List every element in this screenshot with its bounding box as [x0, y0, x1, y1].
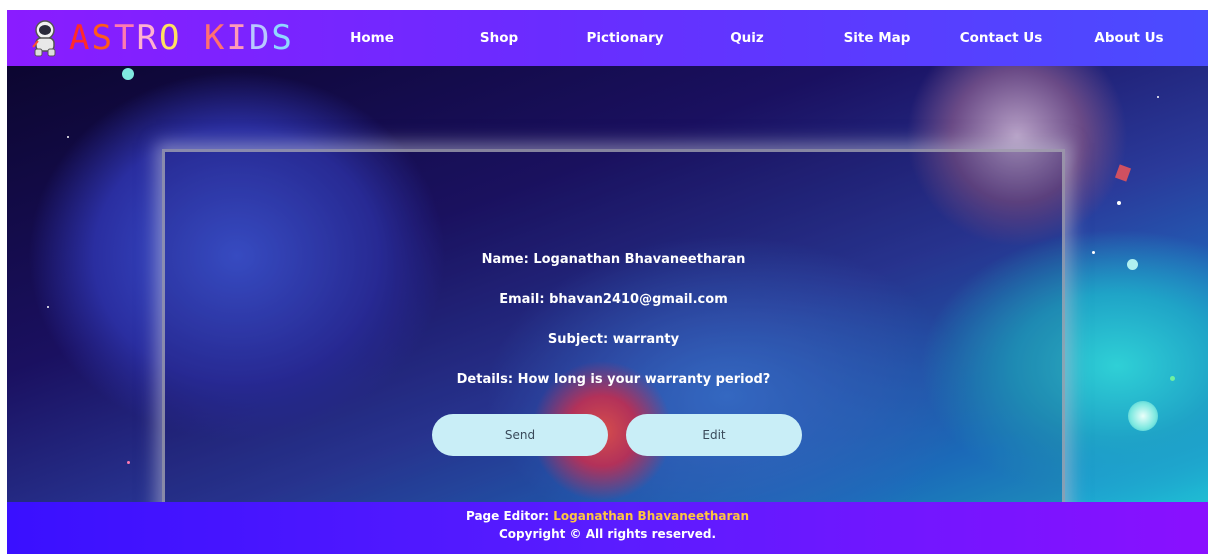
nav-shop[interactable]: Shop — [469, 10, 529, 66]
star-dot — [1157, 96, 1159, 98]
logo-letter: A — [69, 18, 92, 58]
star-dot — [127, 461, 130, 464]
logo-letter: R — [136, 18, 159, 58]
logo-letter: I — [226, 18, 249, 58]
email-line: Email: bhavan2410@gmail.com — [499, 292, 728, 307]
star-dot — [67, 136, 69, 138]
logo-letter: O — [158, 18, 182, 58]
planet-dot — [122, 68, 134, 80]
subject-line: Subject: warranty — [547, 332, 680, 347]
nav-contact-us[interactable]: Contact Us — [959, 10, 1043, 66]
logo-letter: S — [91, 18, 114, 58]
details-line: Details: How long is your warranty perio… — [456, 372, 771, 387]
logo-letter: T — [113, 18, 137, 58]
planet-dot — [1128, 401, 1158, 431]
asteroid — [1114, 164, 1132, 182]
planet-dot — [1127, 259, 1138, 270]
logo-letter: K — [203, 18, 227, 58]
footer: Page Editor: Loganathan Bhavaneetharan C… — [7, 502, 1208, 554]
star-dot — [1117, 201, 1121, 205]
page-editor-name: Loganathan Bhavaneetharan — [553, 509, 750, 523]
nav-about-us[interactable]: About Us — [1093, 10, 1165, 66]
nav-quiz[interactable]: Quiz — [722, 10, 772, 66]
page: ASTRO KIDS Home Shop Pictionary Quiz Sit… — [7, 10, 1208, 554]
nav-site-map[interactable]: Site Map — [839, 10, 915, 66]
site-logo[interactable]: ASTRO KIDS — [29, 16, 294, 60]
star-dot — [1092, 251, 1095, 254]
star-dot — [47, 306, 49, 308]
contact-confirmation-panel: Name: Loganathan Bhavaneetharan Email: b… — [162, 149, 1065, 549]
copyright-text: Copyright © All rights reserved. — [499, 527, 716, 541]
nav-pictionary[interactable]: Pictionary — [580, 10, 670, 66]
astronaut-icon — [32, 20, 56, 57]
page-editor-line: Page Editor: Loganathan Bhavaneetharan — [7, 509, 1208, 523]
page-editor-label: Page Editor: — [465, 509, 554, 523]
nav-home[interactable]: Home — [342, 10, 402, 66]
space-background: Name: Loganathan Bhavaneetharan Email: b… — [7, 66, 1208, 549]
logo-wordmark: ASTRO KIDS — [69, 18, 294, 58]
logo-letter: S — [271, 18, 294, 58]
edit-button[interactable]: Edit — [626, 414, 802, 456]
logo-letter — [181, 18, 203, 58]
name-line: Name: Loganathan Bhavaneetharan — [481, 252, 746, 267]
logo-letter: D — [248, 18, 272, 58]
star-dot — [1170, 376, 1175, 381]
send-button[interactable]: Send — [432, 414, 608, 456]
top-navbar: ASTRO KIDS Home Shop Pictionary Quiz Sit… — [7, 10, 1208, 66]
